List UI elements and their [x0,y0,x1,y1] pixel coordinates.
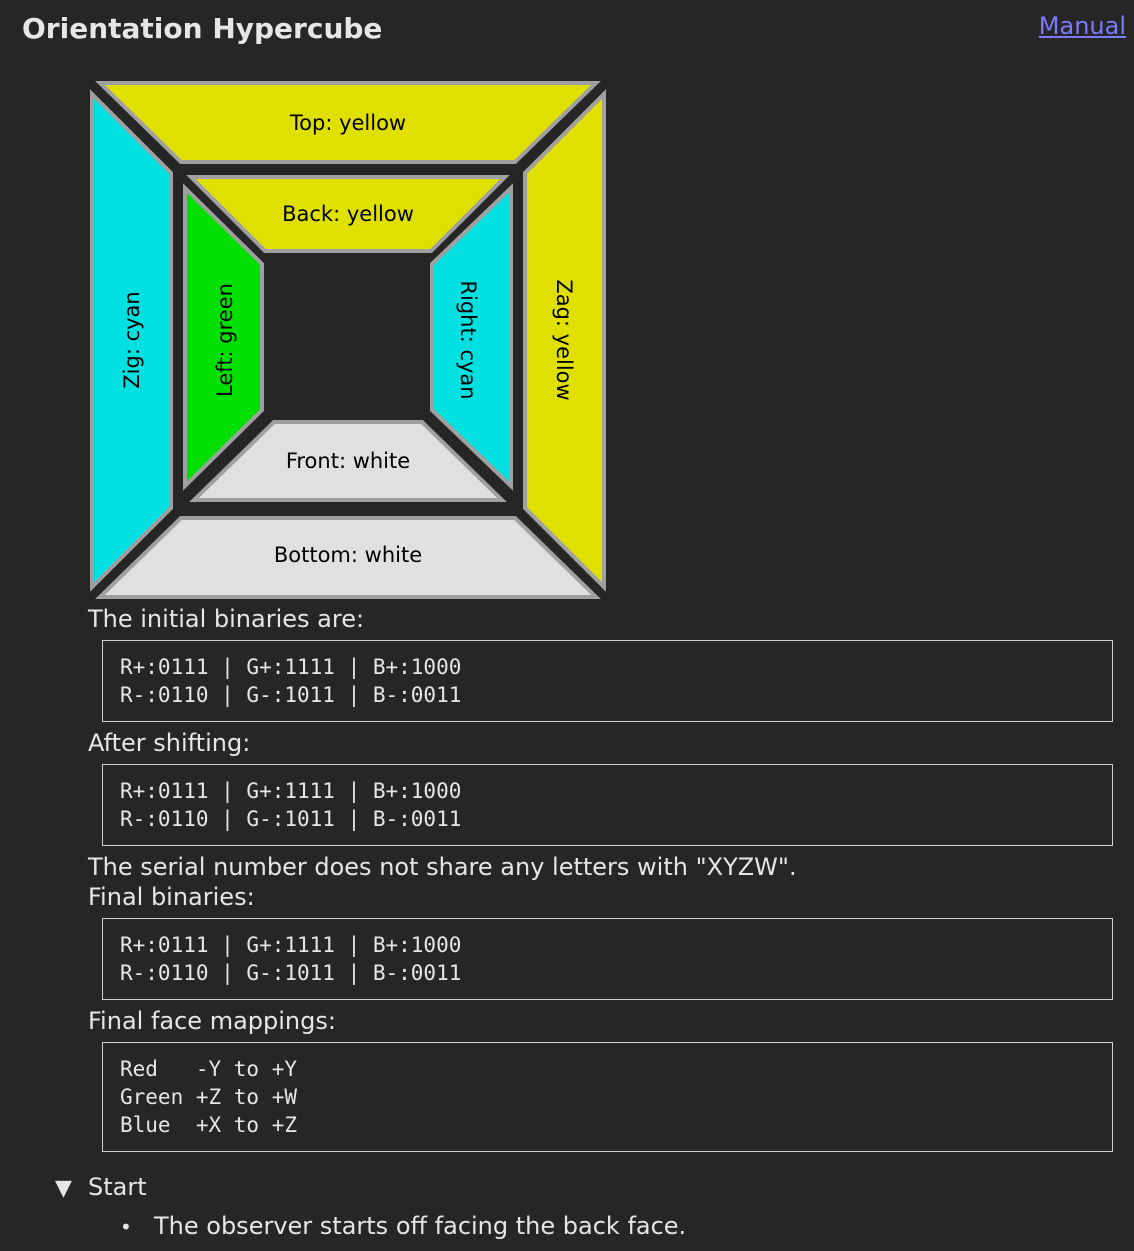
face-label-zag: Zag: yellow [552,279,576,400]
start-disclosure[interactable]: ▼ Start [55,1172,147,1204]
manual-link[interactable]: Manual [1039,12,1126,40]
face-label-top: Top: yellow [289,111,406,135]
disclosure-triangle-icon: ▼ [55,1176,72,1201]
face-label-bottom: Bottom: white [274,543,422,567]
face-label-right: Right: cyan [456,280,480,399]
face-label-back: Back: yellow [282,202,414,226]
bullet-icon: • [120,1215,132,1239]
initial-binaries-code: R+:0111 | G+:1111 | B+:1000 R-:0110 | G-… [102,640,1113,722]
shifted-binaries-code: R+:0111 | G+:1111 | B+:1000 R-:0110 | G-… [102,764,1113,846]
shift-label: After shifting: [88,729,251,757]
serial-note: The serial number does not share any let… [88,853,797,881]
face-label-left: Left: green [213,283,237,397]
face-mappings-code: Red -Y to +Y Green +Z to +W Blue +X to +… [102,1042,1113,1152]
list-item-text: The observer starts off facing the back … [154,1212,687,1240]
face-mappings-label: Final face mappings: [88,1007,336,1035]
page-title: Orientation Hypercube [22,12,383,45]
start-list: • The observer starts off facing the back… [120,1211,686,1242]
start-summary-label: Start [88,1173,147,1201]
list-item: • The observer starts off facing the back… [120,1211,686,1242]
face-label-front: Front: white [286,449,410,473]
face-label-zig: Zig: cyan [120,291,144,388]
initial-binaries-label: The initial binaries are: [88,605,365,633]
final-binaries-code: R+:0111 | G+:1111 | B+:1000 R-:0110 | G-… [102,918,1113,1000]
final-binaries-label: Final binaries: [88,883,255,911]
hypercube-diagram: Top: yellow Back: yellow Front: white Bo… [88,80,608,600]
analysis-content: The initial binaries are: R+:0111 | G+:1… [88,604,1113,1156]
